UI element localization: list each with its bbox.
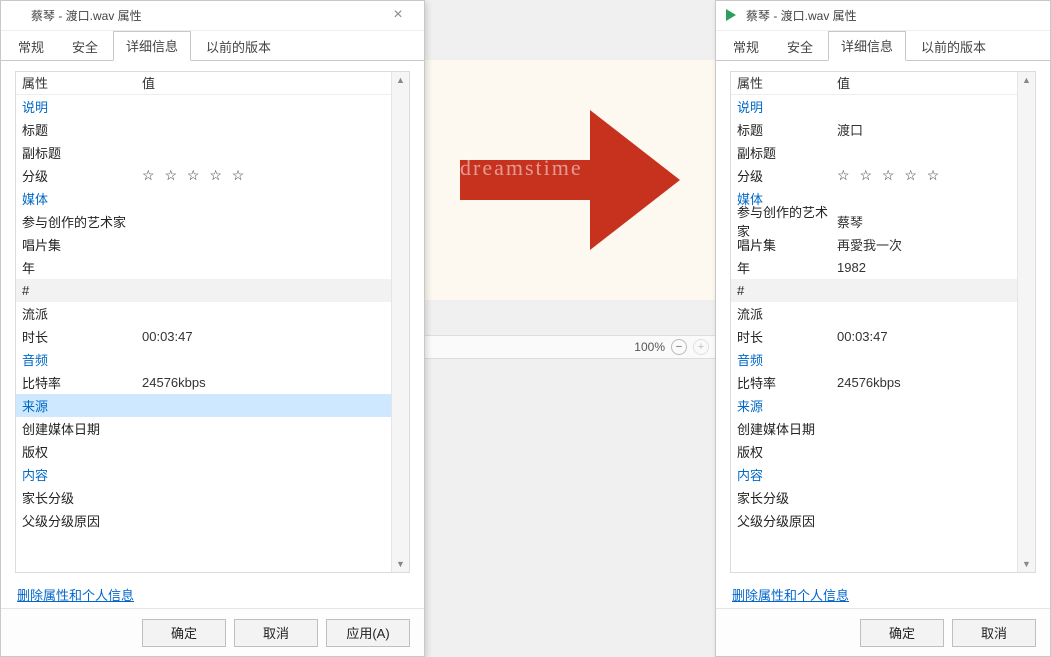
cancel-button[interactable]: 取消 [234, 619, 318, 647]
header-prop: 属性 [22, 73, 142, 92]
properties-dialog-left: 蔡琴 - 渡口.wav 属性 × 常规 安全 详细信息 以前的版本 属性 值 说… [0, 0, 425, 657]
cancel-button[interactable]: 取消 [952, 619, 1036, 647]
tab-general[interactable]: 常规 [5, 32, 57, 61]
tab-security[interactable]: 安全 [59, 32, 111, 61]
app-icon [7, 6, 25, 24]
tab-general[interactable]: 常规 [720, 32, 772, 61]
media-file-icon [722, 6, 740, 24]
row-duration[interactable]: 时长 00:03:47 [731, 325, 1017, 348]
row-genre[interactable]: 流派 [16, 302, 391, 325]
row-rating[interactable]: 分级 ☆ ☆ ☆ ☆ ☆ [731, 164, 1017, 187]
row-genre[interactable]: 流派 [731, 302, 1017, 325]
tabs: 常规 安全 详细信息 以前的版本 [1, 31, 424, 61]
ok-button[interactable]: 确定 [860, 619, 944, 647]
row-title[interactable]: 标题 [16, 118, 391, 141]
grid-header: 属性 值 [731, 72, 1017, 95]
window-title: 蔡琴 - 渡口.wav 属性 [31, 7, 142, 24]
remove-properties-link[interactable]: 删除属性和个人信息 [730, 573, 851, 606]
row-track-number[interactable]: # [16, 279, 391, 302]
scroll-up-icon[interactable]: ▲ [1019, 72, 1035, 88]
row-duration[interactable]: 时长 00:03:47 [16, 325, 391, 348]
row-artists[interactable]: 参与创作的艺术家 [16, 210, 391, 233]
ok-button[interactable]: 确定 [142, 619, 226, 647]
row-parental[interactable]: 家长分级 [16, 486, 391, 509]
row-year[interactable]: 年 1982 [731, 256, 1017, 279]
row-subtitle[interactable]: 副标题 [731, 141, 1017, 164]
scrollbar[interactable]: ▲ ▼ [1017, 72, 1035, 572]
section-content: 内容 [731, 463, 1017, 486]
row-copyright[interactable]: 版权 [16, 440, 391, 463]
zoom-level: 100% [634, 340, 665, 354]
tab-previous-versions[interactable]: 以前的版本 [908, 32, 999, 61]
scroll-down-icon[interactable]: ▼ [393, 556, 409, 572]
row-year[interactable]: 年 [16, 256, 391, 279]
section-content: 内容 [16, 463, 391, 486]
row-album[interactable]: 唱片集 [16, 233, 391, 256]
header-val: 值 [837, 73, 1017, 92]
zoom-out-button[interactable]: − [671, 339, 687, 355]
header-prop: 属性 [737, 73, 837, 92]
star-rating-icon[interactable]: ☆ ☆ ☆ ☆ ☆ [142, 167, 391, 184]
tab-security[interactable]: 安全 [774, 32, 826, 61]
section-audio: 音频 [16, 348, 391, 371]
row-album[interactable]: 唱片集 再愛我一次 [731, 233, 1017, 256]
grid-header: 属性 值 [16, 72, 391, 95]
window-title: 蔡琴 - 渡口.wav 属性 [746, 7, 857, 24]
button-bar: 确定 取消 [716, 608, 1050, 656]
apply-button[interactable]: 应用(A) [326, 619, 410, 647]
property-grid: 属性 值 说明 标题 副标题 分级 ☆ ☆ ☆ ☆ ☆ [15, 71, 410, 573]
grid-rows: 属性 值 说明 标题 渡口 副标题 分级 ☆ ☆ ☆ ☆ ☆ [731, 72, 1017, 572]
tab-details[interactable]: 详细信息 [828, 31, 906, 61]
scrollbar[interactable]: ▲ ▼ [391, 72, 409, 572]
row-bitrate[interactable]: 比特率 24576kbps [16, 371, 391, 394]
row-artists[interactable]: 参与创作的艺术家 蔡琴 [731, 210, 1017, 233]
tab-details[interactable]: 详细信息 [113, 31, 191, 61]
zoom-toolbar: 100% − + [425, 335, 715, 359]
watermark-text: dreamstime [460, 155, 583, 181]
row-copyright[interactable]: 版权 [731, 440, 1017, 463]
section-audio: 音频 [731, 348, 1017, 371]
scroll-down-icon[interactable]: ▼ [1019, 556, 1035, 572]
section-source: 来源 [16, 394, 391, 417]
row-rating[interactable]: 分级 ☆ ☆ ☆ ☆ ☆ [16, 164, 391, 187]
row-track-number[interactable]: # [731, 279, 1017, 302]
tab-previous-versions[interactable]: 以前的版本 [193, 32, 284, 61]
header-val: 值 [142, 73, 391, 92]
close-icon[interactable]: × [378, 6, 418, 24]
section-description: 说明 [16, 95, 391, 118]
row-created[interactable]: 创建媒体日期 [16, 417, 391, 440]
row-title[interactable]: 标题 渡口 [731, 118, 1017, 141]
row-bitrate[interactable]: 比特率 24576kbps [731, 371, 1017, 394]
button-bar: 确定 取消 应用(A) [1, 608, 424, 656]
content-area: 属性 值 说明 标题 副标题 分级 ☆ ☆ ☆ ☆ ☆ [1, 61, 424, 609]
row-parental-reason[interactable]: 父级分级原因 [731, 509, 1017, 532]
content-area: 属性 值 说明 标题 渡口 副标题 分级 ☆ ☆ ☆ ☆ ☆ [716, 61, 1050, 609]
properties-dialog-right: 蔡琴 - 渡口.wav 属性 常规 安全 详细信息 以前的版本 属性 值 说明 … [715, 0, 1051, 657]
zoom-in-button[interactable]: + [693, 339, 709, 355]
property-grid: 属性 值 说明 标题 渡口 副标题 分级 ☆ ☆ ☆ ☆ ☆ [730, 71, 1036, 573]
section-description: 说明 [731, 95, 1017, 118]
scroll-up-icon[interactable]: ▲ [393, 72, 409, 88]
remove-properties-link[interactable]: 删除属性和个人信息 [15, 573, 136, 606]
tabs: 常规 安全 详细信息 以前的版本 [716, 31, 1050, 61]
titlebar: 蔡琴 - 渡口.wav 属性 [716, 1, 1050, 31]
section-media: 媒体 [16, 187, 391, 210]
row-parental[interactable]: 家长分级 [731, 486, 1017, 509]
titlebar: 蔡琴 - 渡口.wav 属性 × [1, 1, 424, 31]
row-parental-reason[interactable]: 父级分级原因 [16, 509, 391, 532]
star-rating-icon[interactable]: ☆ ☆ ☆ ☆ ☆ [837, 167, 1017, 184]
row-subtitle[interactable]: 副标题 [16, 141, 391, 164]
section-source: 来源 [731, 394, 1017, 417]
grid-rows: 属性 值 说明 标题 副标题 分级 ☆ ☆ ☆ ☆ ☆ [16, 72, 391, 572]
row-created[interactable]: 创建媒体日期 [731, 417, 1017, 440]
